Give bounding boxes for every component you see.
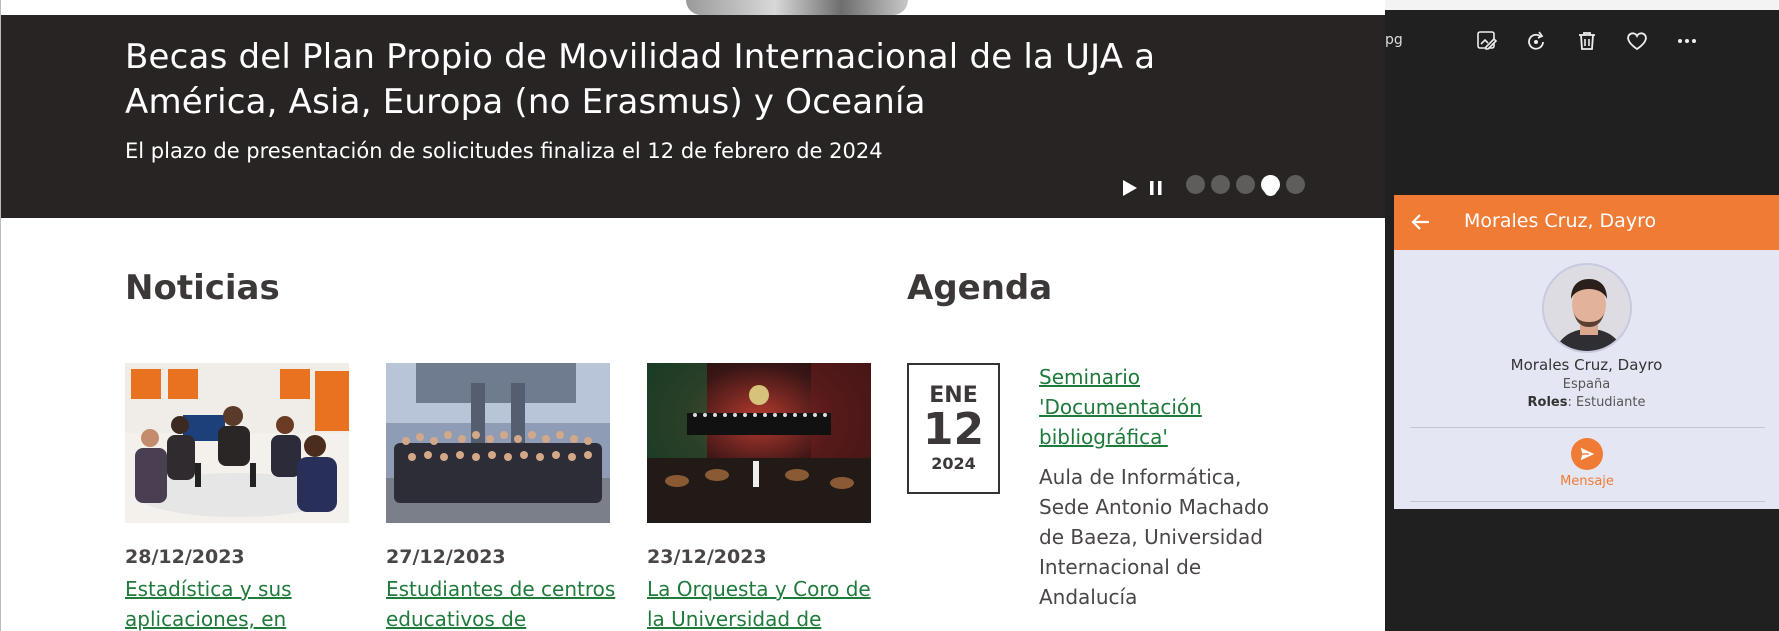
- contact-card-header: Morales Cruz, Dayro: [1394, 195, 1779, 250]
- slide-subtitle: El plazo de presentación de solicitudes …: [125, 139, 883, 163]
- delete-icon[interactable]: [1575, 29, 1599, 53]
- news-date: 27/12/2023: [386, 546, 506, 568]
- news-title-link[interactable]: Estadística y sus aplicaciones, en: [125, 574, 365, 631]
- news-title-link[interactable]: Estudiantes de centros educativos de: [386, 574, 626, 631]
- news-date: 28/12/2023: [125, 546, 245, 568]
- slide-title: Becas del Plan Propio de Movilidad Inter…: [125, 37, 1156, 122]
- slide-dot-4[interactable]: [1261, 175, 1280, 194]
- news-card: 28/12/2023 Estadística y sus aplicacione…: [125, 363, 349, 631]
- web-page: Becas del Plan Propio de Movilidad Inter…: [0, 0, 1385, 631]
- slide-photo: [686, 0, 908, 15]
- slide-dot-3[interactable]: [1236, 175, 1255, 194]
- news-card: 23/12/2023 La Orquesta y Coro de la Univ…: [647, 363, 871, 631]
- edit-image-icon[interactable]: [1475, 29, 1499, 53]
- send-icon: [1571, 438, 1603, 470]
- event-title-link[interactable]: Seminario 'Documentación bibliográfica': [1039, 362, 1269, 452]
- news-title-link[interactable]: La Orquesta y Coro de la Universidad de: [647, 574, 887, 631]
- contact-card-title: Morales Cruz, Dayro: [1464, 210, 1657, 232]
- slider-banner: Becas del Plan Propio de Movilidad Inter…: [1, 15, 1385, 218]
- back-arrow-icon[interactable]: [1410, 211, 1432, 233]
- slide-dot-5[interactable]: [1286, 175, 1305, 194]
- slide-dot-1[interactable]: [1186, 175, 1205, 194]
- event-year: 2024: [931, 454, 976, 473]
- agenda-heading: Agenda: [907, 268, 1053, 308]
- news-heading: Noticias: [125, 268, 280, 308]
- slide-indicators: [1186, 175, 1305, 199]
- roles-value: Estudiante: [1575, 395, 1646, 410]
- roles-label: Roles: [1527, 395, 1568, 410]
- contact-country: España: [1562, 377, 1611, 392]
- more-icon[interactable]: [1675, 29, 1699, 53]
- news-date: 23/12/2023: [647, 546, 767, 568]
- contact-name: Morales Cruz, Dayro: [1510, 356, 1663, 374]
- event-date-box: ENE 12 2024: [907, 363, 1000, 494]
- pause-icon[interactable]: [1147, 178, 1165, 198]
- news-image-group[interactable]: [386, 363, 610, 523]
- avatar: [1542, 263, 1632, 353]
- file-name: pg: [1385, 32, 1403, 48]
- photo-viewer: pg Morales Cruz, Dayro Morales Cruz, Day…: [1385, 0, 1779, 631]
- contact-card: Morales Cruz, Dayro Morales Cruz, Dayro …: [1394, 195, 1779, 509]
- favorite-icon[interactable]: [1625, 29, 1649, 53]
- event-day: 12: [922, 404, 985, 455]
- contact-roles: Roles: Estudiante: [1527, 395, 1646, 410]
- event-location: Aula de Informática, Sede Antonio Machad…: [1039, 465, 1269, 609]
- divider: [1410, 427, 1765, 428]
- slide-dot-2[interactable]: [1211, 175, 1230, 194]
- news-image-radio[interactable]: [125, 363, 349, 523]
- divider: [1410, 501, 1765, 502]
- news-image-orchestra[interactable]: [647, 363, 871, 523]
- message-button[interactable]: Mensaje: [1560, 438, 1614, 498]
- viewer-title-strip: [1385, 0, 1779, 10]
- message-label: Mensaje: [1560, 474, 1614, 489]
- play-icon[interactable]: [1121, 178, 1139, 198]
- news-card: 27/12/2023 Estudiantes de centros educat…: [386, 363, 615, 631]
- rotate-icon[interactable]: [1525, 29, 1549, 53]
